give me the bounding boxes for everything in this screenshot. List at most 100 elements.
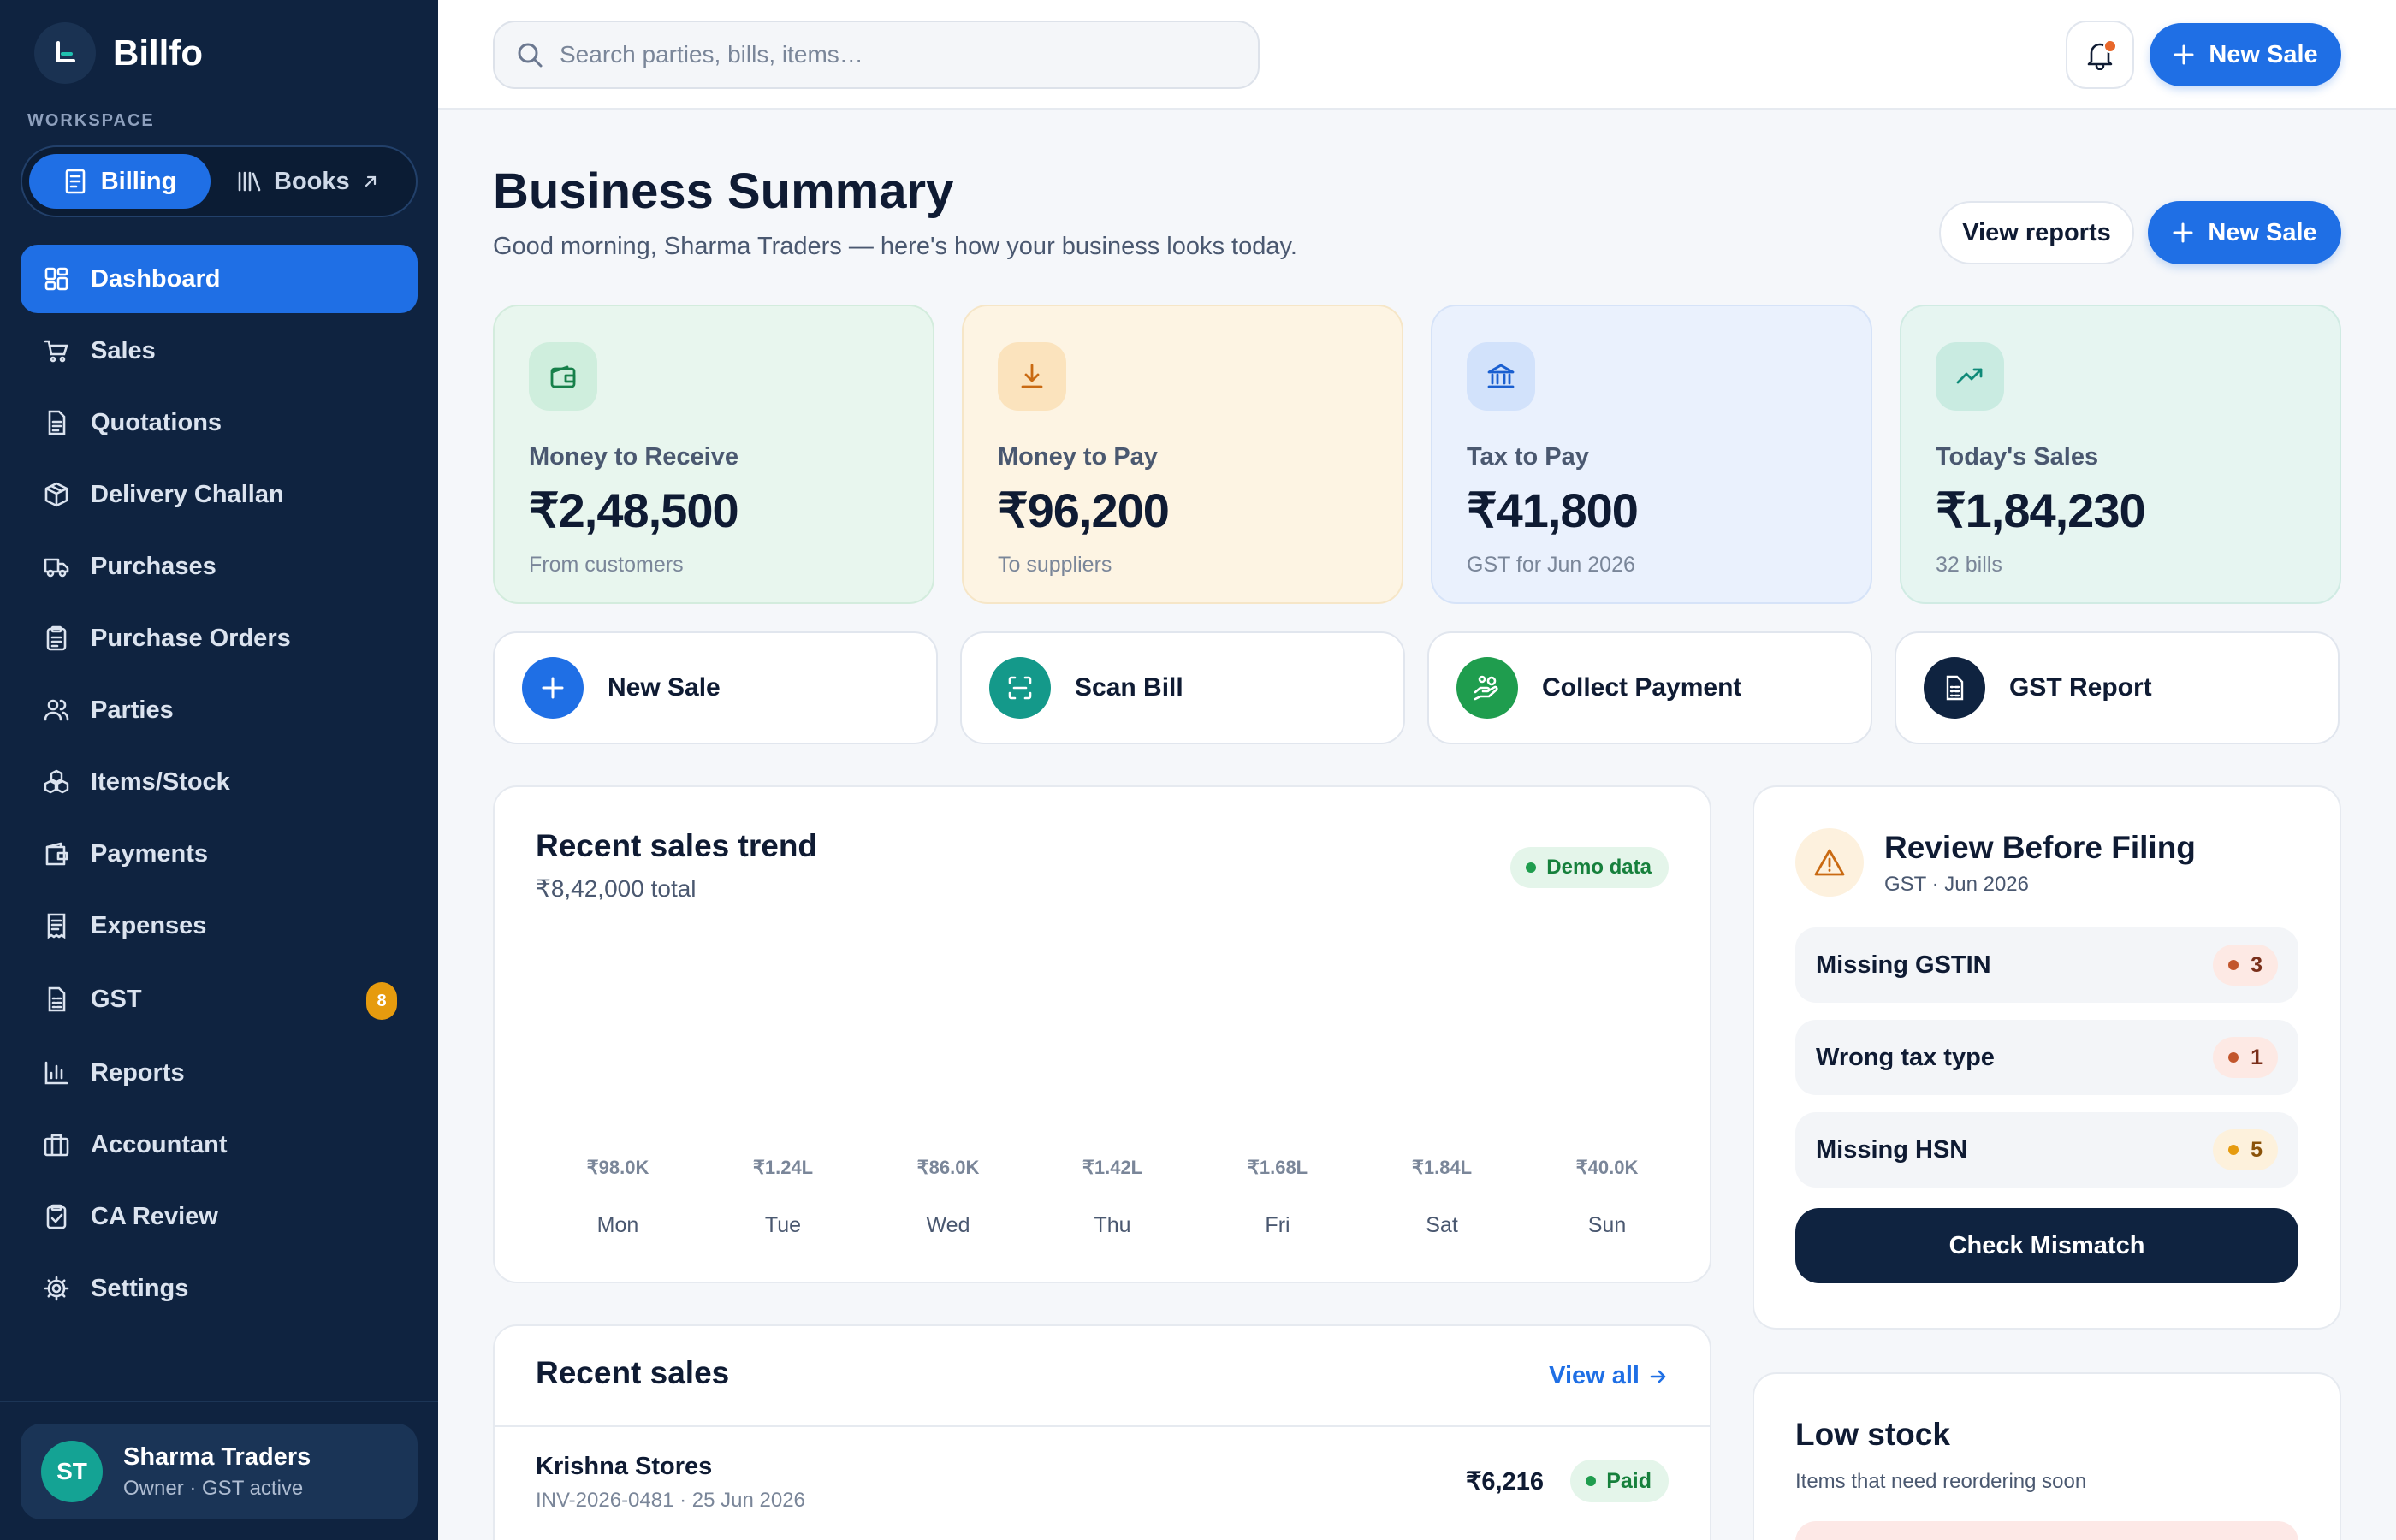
sidebar-item-label: Delivery Challan xyxy=(91,480,284,508)
recent-sales-title: Recent sales xyxy=(536,1355,730,1390)
bar-day-label: Fri xyxy=(1265,1213,1290,1237)
low-stock-title: Low stock xyxy=(1795,1417,1950,1452)
avatar: ST xyxy=(41,1441,103,1502)
view-reports-button[interactable]: View reports xyxy=(1939,201,2134,264)
workspace-billing-button[interactable]: Billing xyxy=(29,154,211,209)
plus-icon xyxy=(522,657,584,719)
bar-value-label: ₹86.0K xyxy=(916,1157,980,1178)
issue-count-badge: 3 xyxy=(2213,945,2278,986)
sidebar-item-purchases[interactable]: Purchases xyxy=(21,532,418,601)
sidebar-item-parties[interactable]: Parties xyxy=(21,676,418,744)
quick-action-collect-payment[interactable]: Collect Payment xyxy=(1427,631,1872,744)
truck-icon xyxy=(41,551,72,582)
gear-icon xyxy=(41,1273,72,1304)
notification-dot xyxy=(2103,39,2117,53)
quick-action-label: Collect Payment xyxy=(1542,673,1742,702)
workspace-label: WORKSPACE xyxy=(27,111,155,130)
sidebar-item-purchase-orders[interactable]: Purchase Orders xyxy=(21,604,418,672)
stat-card-money-to-pay[interactable]: Money to Pay ₹96,200 To suppliers xyxy=(962,305,1403,604)
status-dot xyxy=(2228,1145,2239,1155)
check-mismatch-button[interactable]: Check Mismatch xyxy=(1795,1208,2298,1283)
sidebar-item-settings[interactable]: Settings xyxy=(21,1254,418,1323)
notifications-button[interactable] xyxy=(2066,21,2134,89)
stat-value: ₹2,48,500 xyxy=(529,483,739,537)
sidebar-item-payments[interactable]: Payments xyxy=(21,820,418,888)
receipt-icon xyxy=(65,169,85,194)
trending-up-icon xyxy=(1936,342,2004,411)
stat-card-money-to-receive[interactable]: Money to Receive ₹2,48,500 From customer… xyxy=(493,305,934,604)
status-dot xyxy=(1586,1476,1597,1486)
invoice-meta: INV-2026-0481 · 25 Jun 2026 xyxy=(536,1489,805,1512)
issue-count: 3 xyxy=(2251,952,2263,977)
issue-count-badge: 5 xyxy=(2213,1129,2278,1170)
hand-coins-icon xyxy=(1456,657,1518,719)
sidebar-item-quotations[interactable]: Quotations xyxy=(21,388,418,457)
quick-action-label: Scan Bill xyxy=(1075,673,1183,702)
issue-missing-gstin[interactable]: Missing GSTIN 3 xyxy=(1795,927,2298,1003)
stat-label: Money to Pay xyxy=(998,443,1158,471)
bar-value-label: ₹1.84L xyxy=(1411,1157,1473,1178)
header-new-sale-button[interactable]: New Sale xyxy=(2148,201,2341,264)
stat-label: Money to Receive xyxy=(529,443,738,471)
sidebar-item-label: Expenses xyxy=(91,911,207,939)
wallet-icon xyxy=(41,838,72,869)
sidebar-item-label: Items/Stock xyxy=(91,767,230,796)
status-dot xyxy=(2228,1052,2239,1063)
sidebar-item-label: Quotations xyxy=(91,408,222,436)
sidebar-item-label: Accountant xyxy=(91,1130,228,1158)
sidebar-item-ca-review[interactable]: CA Review xyxy=(21,1182,418,1251)
issue-missing-hsn[interactable]: Missing HSN 5 xyxy=(1795,1112,2298,1188)
quick-action-scan-bill[interactable]: Scan Bill xyxy=(960,631,1405,744)
sidebar-nav: Dashboard Sales Quotations Delivery Chal… xyxy=(21,245,418,1326)
sidebar-item-label: CA Review xyxy=(91,1202,218,1230)
bar-day-label: Sat xyxy=(1426,1213,1458,1237)
issue-label: Wrong tax type xyxy=(1816,1043,1995,1071)
sidebar-item-sales[interactable]: Sales xyxy=(21,317,418,385)
users-icon xyxy=(41,695,72,726)
sidebar-item-delivery-challan[interactable]: Delivery Challan xyxy=(21,460,418,529)
briefcase-icon xyxy=(41,1129,72,1160)
brand[interactable]: Billfo xyxy=(34,22,203,84)
review-subtitle: GST · Jun 2026 xyxy=(1884,873,2029,896)
sidebar-item-reports[interactable]: Reports xyxy=(21,1039,418,1107)
issue-count: 1 xyxy=(2251,1045,2263,1069)
quick-action-new-sale[interactable]: New Sale xyxy=(493,631,938,744)
stat-card-todays-sales[interactable]: Today's Sales ₹1,84,230 32 bills xyxy=(1900,305,2341,604)
review-title: Review Before Filing xyxy=(1884,830,2196,865)
bar-day-label: Sun xyxy=(1587,1213,1627,1237)
arrow-right-icon xyxy=(1650,1370,1666,1383)
sidebar-item-label: Purchase Orders xyxy=(91,624,291,652)
stat-label: Today's Sales xyxy=(1936,443,2099,471)
recent-sales-card: Recent sales View all Krishna Stores INV… xyxy=(493,1324,1711,1540)
user-profile-card[interactable]: ST Sharma Traders Owner · GST active xyxy=(21,1424,418,1519)
tax-document-icon xyxy=(41,984,72,1015)
sales-trend-title: Recent sales trend xyxy=(536,828,818,863)
sidebar-item-label: Sales xyxy=(91,336,156,364)
sidebar: Billfo WORKSPACE Billing Books Dashboard… xyxy=(0,0,438,1540)
view-all-link[interactable]: View all xyxy=(1549,1362,1669,1390)
issue-wrong-tax-type[interactable]: Wrong tax type 1 xyxy=(1795,1020,2298,1095)
quick-action-gst-report[interactable]: GST Report xyxy=(1895,631,2340,744)
topbar-new-sale-button[interactable]: New Sale xyxy=(2150,23,2341,86)
clipboard-icon xyxy=(41,623,72,654)
sidebar-item-expenses[interactable]: Expenses xyxy=(21,891,418,960)
sidebar-item-gst[interactable]: GST 8 xyxy=(21,963,418,1035)
sidebar-item-accountant[interactable]: Accountant xyxy=(21,1111,418,1179)
cart-icon xyxy=(41,335,72,366)
sales-trend-total: ₹8,42,000 total xyxy=(536,875,697,902)
stat-subtitle: GST for Jun 2026 xyxy=(1467,553,1635,577)
stat-subtitle: From customers xyxy=(529,553,684,577)
page-title: Business Summary xyxy=(493,163,954,219)
receipt-icon xyxy=(41,910,72,941)
bar-value-label: ₹98.0K xyxy=(586,1157,649,1178)
low-stock-item[interactable] xyxy=(1795,1521,2298,1540)
bar-chart-icon xyxy=(41,1057,72,1088)
customer-name: Krishna Stores xyxy=(536,1453,713,1480)
search-input[interactable] xyxy=(560,41,1227,68)
stat-card-tax-to-pay[interactable]: Tax to Pay ₹41,800 GST for Jun 2026 xyxy=(1431,305,1872,604)
sidebar-item-items-stock[interactable]: Items/Stock xyxy=(21,748,418,816)
sidebar-item-dashboard[interactable]: Dashboard xyxy=(21,245,418,313)
table-row[interactable]: Krishna Stores INV-2026-0481 · 25 Jun 20… xyxy=(495,1427,1710,1538)
workspace-books-button[interactable]: Books xyxy=(236,154,407,209)
search-box[interactable] xyxy=(493,21,1260,89)
